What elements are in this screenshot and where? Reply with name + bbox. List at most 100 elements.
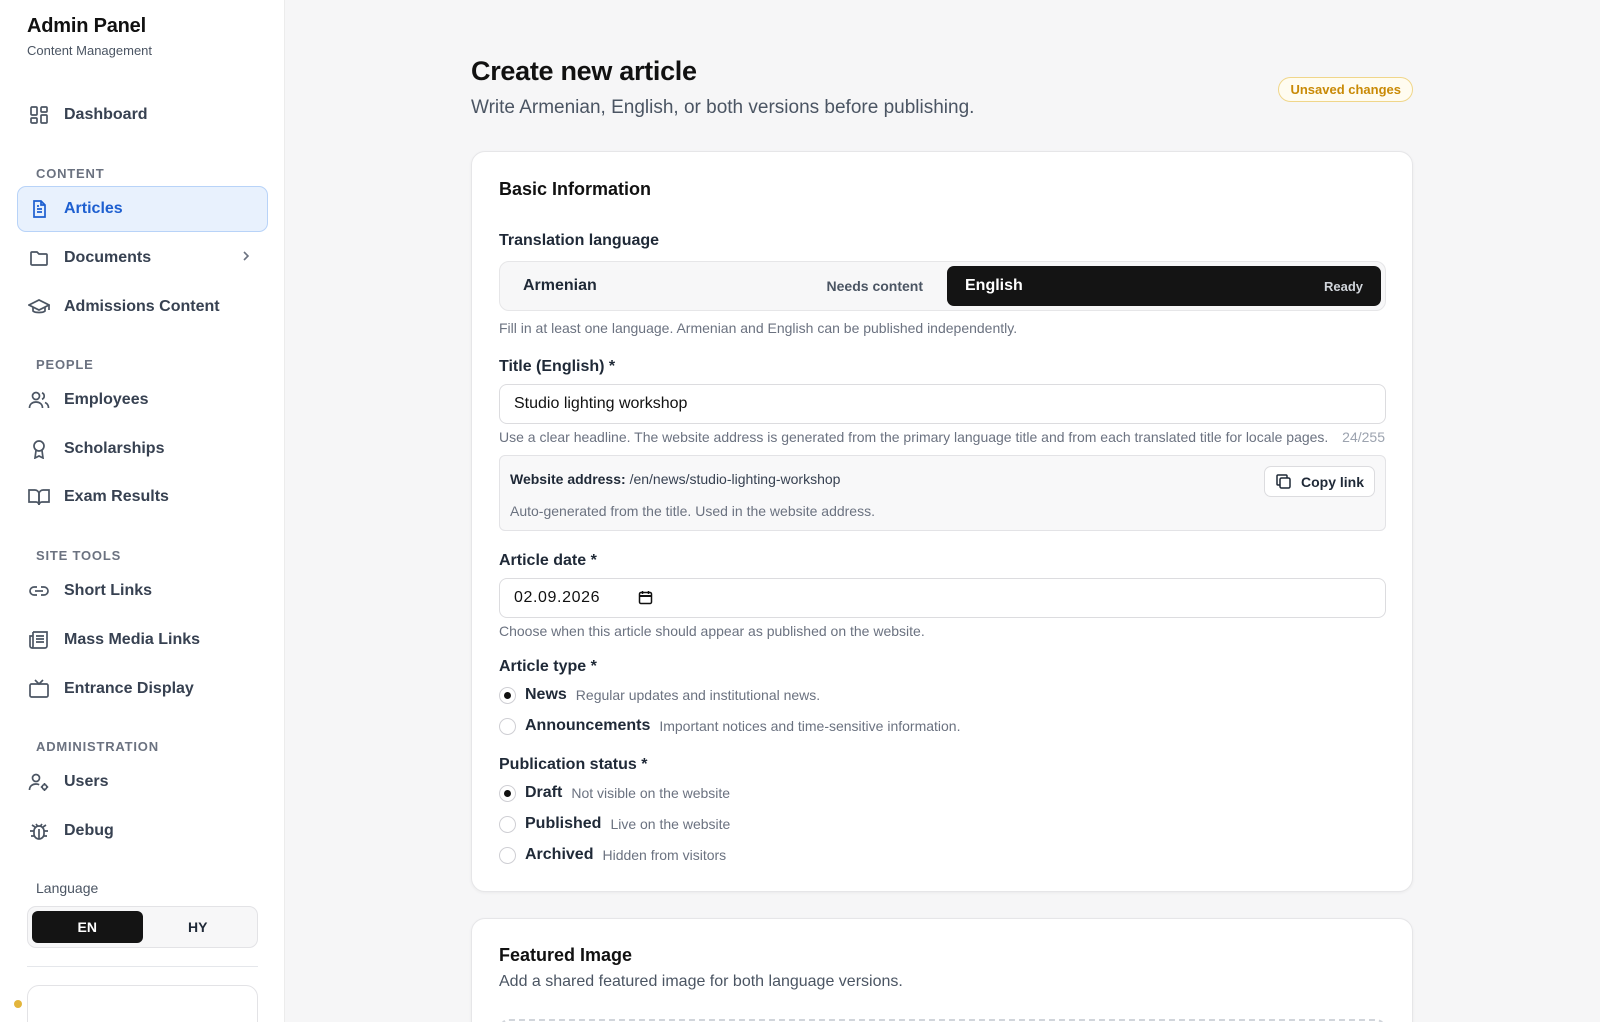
sidebar-item-label: Debug bbox=[64, 822, 114, 839]
language-tab-name: English bbox=[965, 277, 1023, 294]
sidebar-item-label: Articles bbox=[64, 200, 123, 217]
newspaper-icon bbox=[28, 629, 50, 651]
radio-label: News bbox=[525, 686, 567, 703]
radio-label: Announcements bbox=[525, 717, 651, 734]
translation-language-label: Translation language bbox=[499, 232, 660, 249]
radio-description: Live on the website bbox=[610, 816, 731, 832]
book-open-icon bbox=[28, 486, 50, 508]
sidebar-item-documents[interactable]: Documents bbox=[17, 235, 268, 281]
sidebar-item-scholarships[interactable]: Scholarships bbox=[17, 426, 268, 472]
radio-announcements[interactable] bbox=[499, 717, 516, 735]
website-address-line: Website address: /en/news/studio-lightin… bbox=[510, 471, 840, 487]
featured-image-card: Featured Image Add a shared featured ima… bbox=[471, 918, 1413, 1022]
basic-information-card: Basic Information Translation language A… bbox=[471, 151, 1413, 892]
page-title: Create new article bbox=[471, 56, 697, 86]
copy-link-label: Copy link bbox=[1300, 473, 1364, 490]
tv-icon bbox=[28, 678, 50, 700]
article-date-label: Article date * bbox=[499, 552, 597, 569]
language-option-hy[interactable]: HY bbox=[143, 911, 254, 943]
card-title: Basic Information bbox=[499, 179, 652, 199]
radio-label: Archived bbox=[525, 846, 594, 863]
copy-link-button[interactable]: Copy link bbox=[1263, 466, 1375, 497]
radio-draft[interactable] bbox=[499, 784, 516, 802]
publication-status-label: Publication status * bbox=[499, 756, 648, 773]
radio-published[interactable] bbox=[499, 815, 516, 833]
radio-news[interactable] bbox=[499, 686, 516, 704]
radio-description: Important notices and time-sensitive inf… bbox=[659, 718, 961, 734]
status-option-published[interactable]: Published Live on the website bbox=[499, 815, 730, 833]
sidebar-item-label: Admissions Content bbox=[64, 298, 220, 315]
language-option-en[interactable]: EN bbox=[32, 911, 143, 943]
brand-subtitle: Content Management bbox=[27, 43, 153, 58]
radio-label: Published bbox=[525, 815, 602, 832]
website-address-hint: Auto-generated from the title. Used in t… bbox=[510, 503, 875, 519]
users-icon bbox=[28, 389, 50, 411]
award-icon bbox=[28, 438, 50, 460]
language-label: Language bbox=[36, 880, 99, 896]
sidebar-item-dashboard[interactable]: Dashboard bbox=[17, 92, 268, 138]
language-tab-status: Ready bbox=[1323, 278, 1363, 294]
card-title: Featured Image bbox=[499, 945, 633, 965]
sidebar-item-label: Dashboard bbox=[64, 106, 148, 123]
sidebar-item-label: Entrance Display bbox=[64, 680, 194, 697]
radio-description: Regular updates and institutional news. bbox=[575, 687, 821, 703]
website-address-value: /en/news/studio-lighting-workshop bbox=[629, 471, 841, 487]
bug-icon bbox=[28, 820, 50, 842]
language-tab-english[interactable]: English Ready bbox=[947, 266, 1381, 306]
sidebar-item-label: Users bbox=[64, 773, 109, 790]
calendar-icon[interactable] bbox=[638, 590, 653, 610]
sidebar-item-short-links[interactable]: Short Links bbox=[17, 568, 268, 614]
translation-language-switch: Armenian Needs content English Ready bbox=[499, 261, 1386, 311]
sidebar-item-label: Employees bbox=[64, 391, 149, 408]
radio-description: Hidden from visitors bbox=[602, 847, 727, 863]
article-date-input[interactable]: 02.09.2026 bbox=[499, 578, 1386, 618]
sidebar-item-employees[interactable]: Employees bbox=[17, 377, 268, 423]
sidebar-item-label: Mass Media Links bbox=[64, 631, 201, 648]
brand-title: Admin Panel bbox=[27, 15, 146, 37]
document-icon bbox=[28, 198, 50, 220]
section-label-site-tools: SITE TOOLS bbox=[36, 548, 122, 563]
title-input[interactable]: Studio lighting workshop bbox=[499, 384, 1386, 424]
article-type-option-news[interactable]: News Regular updates and institutional n… bbox=[499, 686, 820, 704]
language-tab-status: Needs content bbox=[826, 278, 923, 294]
link-icon bbox=[28, 580, 50, 602]
language-tab-name: Armenian bbox=[523, 277, 597, 294]
article-date-hint: Choose when this article should appear a… bbox=[499, 623, 925, 639]
section-label-content: CONTENT bbox=[36, 166, 105, 181]
sidebar-item-label: Scholarships bbox=[64, 440, 165, 457]
status-option-draft[interactable]: Draft Not visible on the website bbox=[499, 784, 730, 802]
radio-description: Not visible on the website bbox=[571, 785, 731, 801]
sidebar-item-label: Short Links bbox=[64, 582, 153, 599]
status-dot bbox=[14, 1000, 22, 1008]
sidebar-item-entrance-display[interactable]: Entrance Display bbox=[17, 666, 268, 712]
website-address-label: Website address: bbox=[510, 471, 626, 487]
article-type-option-announcements[interactable]: Announcements Important notices and time… bbox=[499, 717, 960, 735]
folder-icon bbox=[28, 247, 50, 269]
sidebar-item-mass-media-links[interactable]: Mass Media Links bbox=[17, 617, 268, 663]
language-tab-armenian[interactable]: Armenian Needs content bbox=[505, 266, 941, 306]
user-card[interactable] bbox=[27, 985, 258, 1022]
graduation-cap-icon bbox=[28, 296, 50, 318]
sidebar-item-label: Exam Results bbox=[64, 488, 169, 505]
sidebar-item-debug[interactable]: Debug bbox=[17, 808, 268, 854]
sidebar-divider bbox=[27, 966, 258, 967]
chevron-right-icon bbox=[239, 249, 253, 268]
radio-archived[interactable] bbox=[499, 846, 516, 864]
sidebar-item-articles[interactable]: Articles bbox=[17, 186, 268, 232]
section-label-administration: ADMINISTRATION bbox=[36, 739, 159, 754]
copy-icon bbox=[1276, 474, 1291, 489]
sidebar-item-label: Documents bbox=[64, 249, 152, 266]
brand: Admin Panel Content Management bbox=[27, 15, 152, 58]
sidebar-item-exam-results[interactable]: Exam Results bbox=[17, 474, 268, 520]
user-cog-icon bbox=[28, 771, 50, 793]
translation-hint: Fill in at least one language. Armenian … bbox=[499, 320, 1018, 336]
page-subtitle: Write Armenian, English, or both version… bbox=[471, 97, 975, 118]
unsaved-changes-badge: Unsaved changes bbox=[1278, 77, 1413, 102]
status-option-archived[interactable]: Archived Hidden from visitors bbox=[499, 846, 726, 864]
radio-label: Draft bbox=[525, 784, 563, 801]
title-label: Title (English) * bbox=[499, 358, 616, 375]
section-label-people: PEOPLE bbox=[36, 357, 94, 372]
article-date-value: 02.09.2026 bbox=[514, 589, 601, 606]
sidebar-item-admissions[interactable]: Admissions Content bbox=[17, 284, 268, 330]
sidebar-item-users[interactable]: Users bbox=[17, 759, 268, 805]
